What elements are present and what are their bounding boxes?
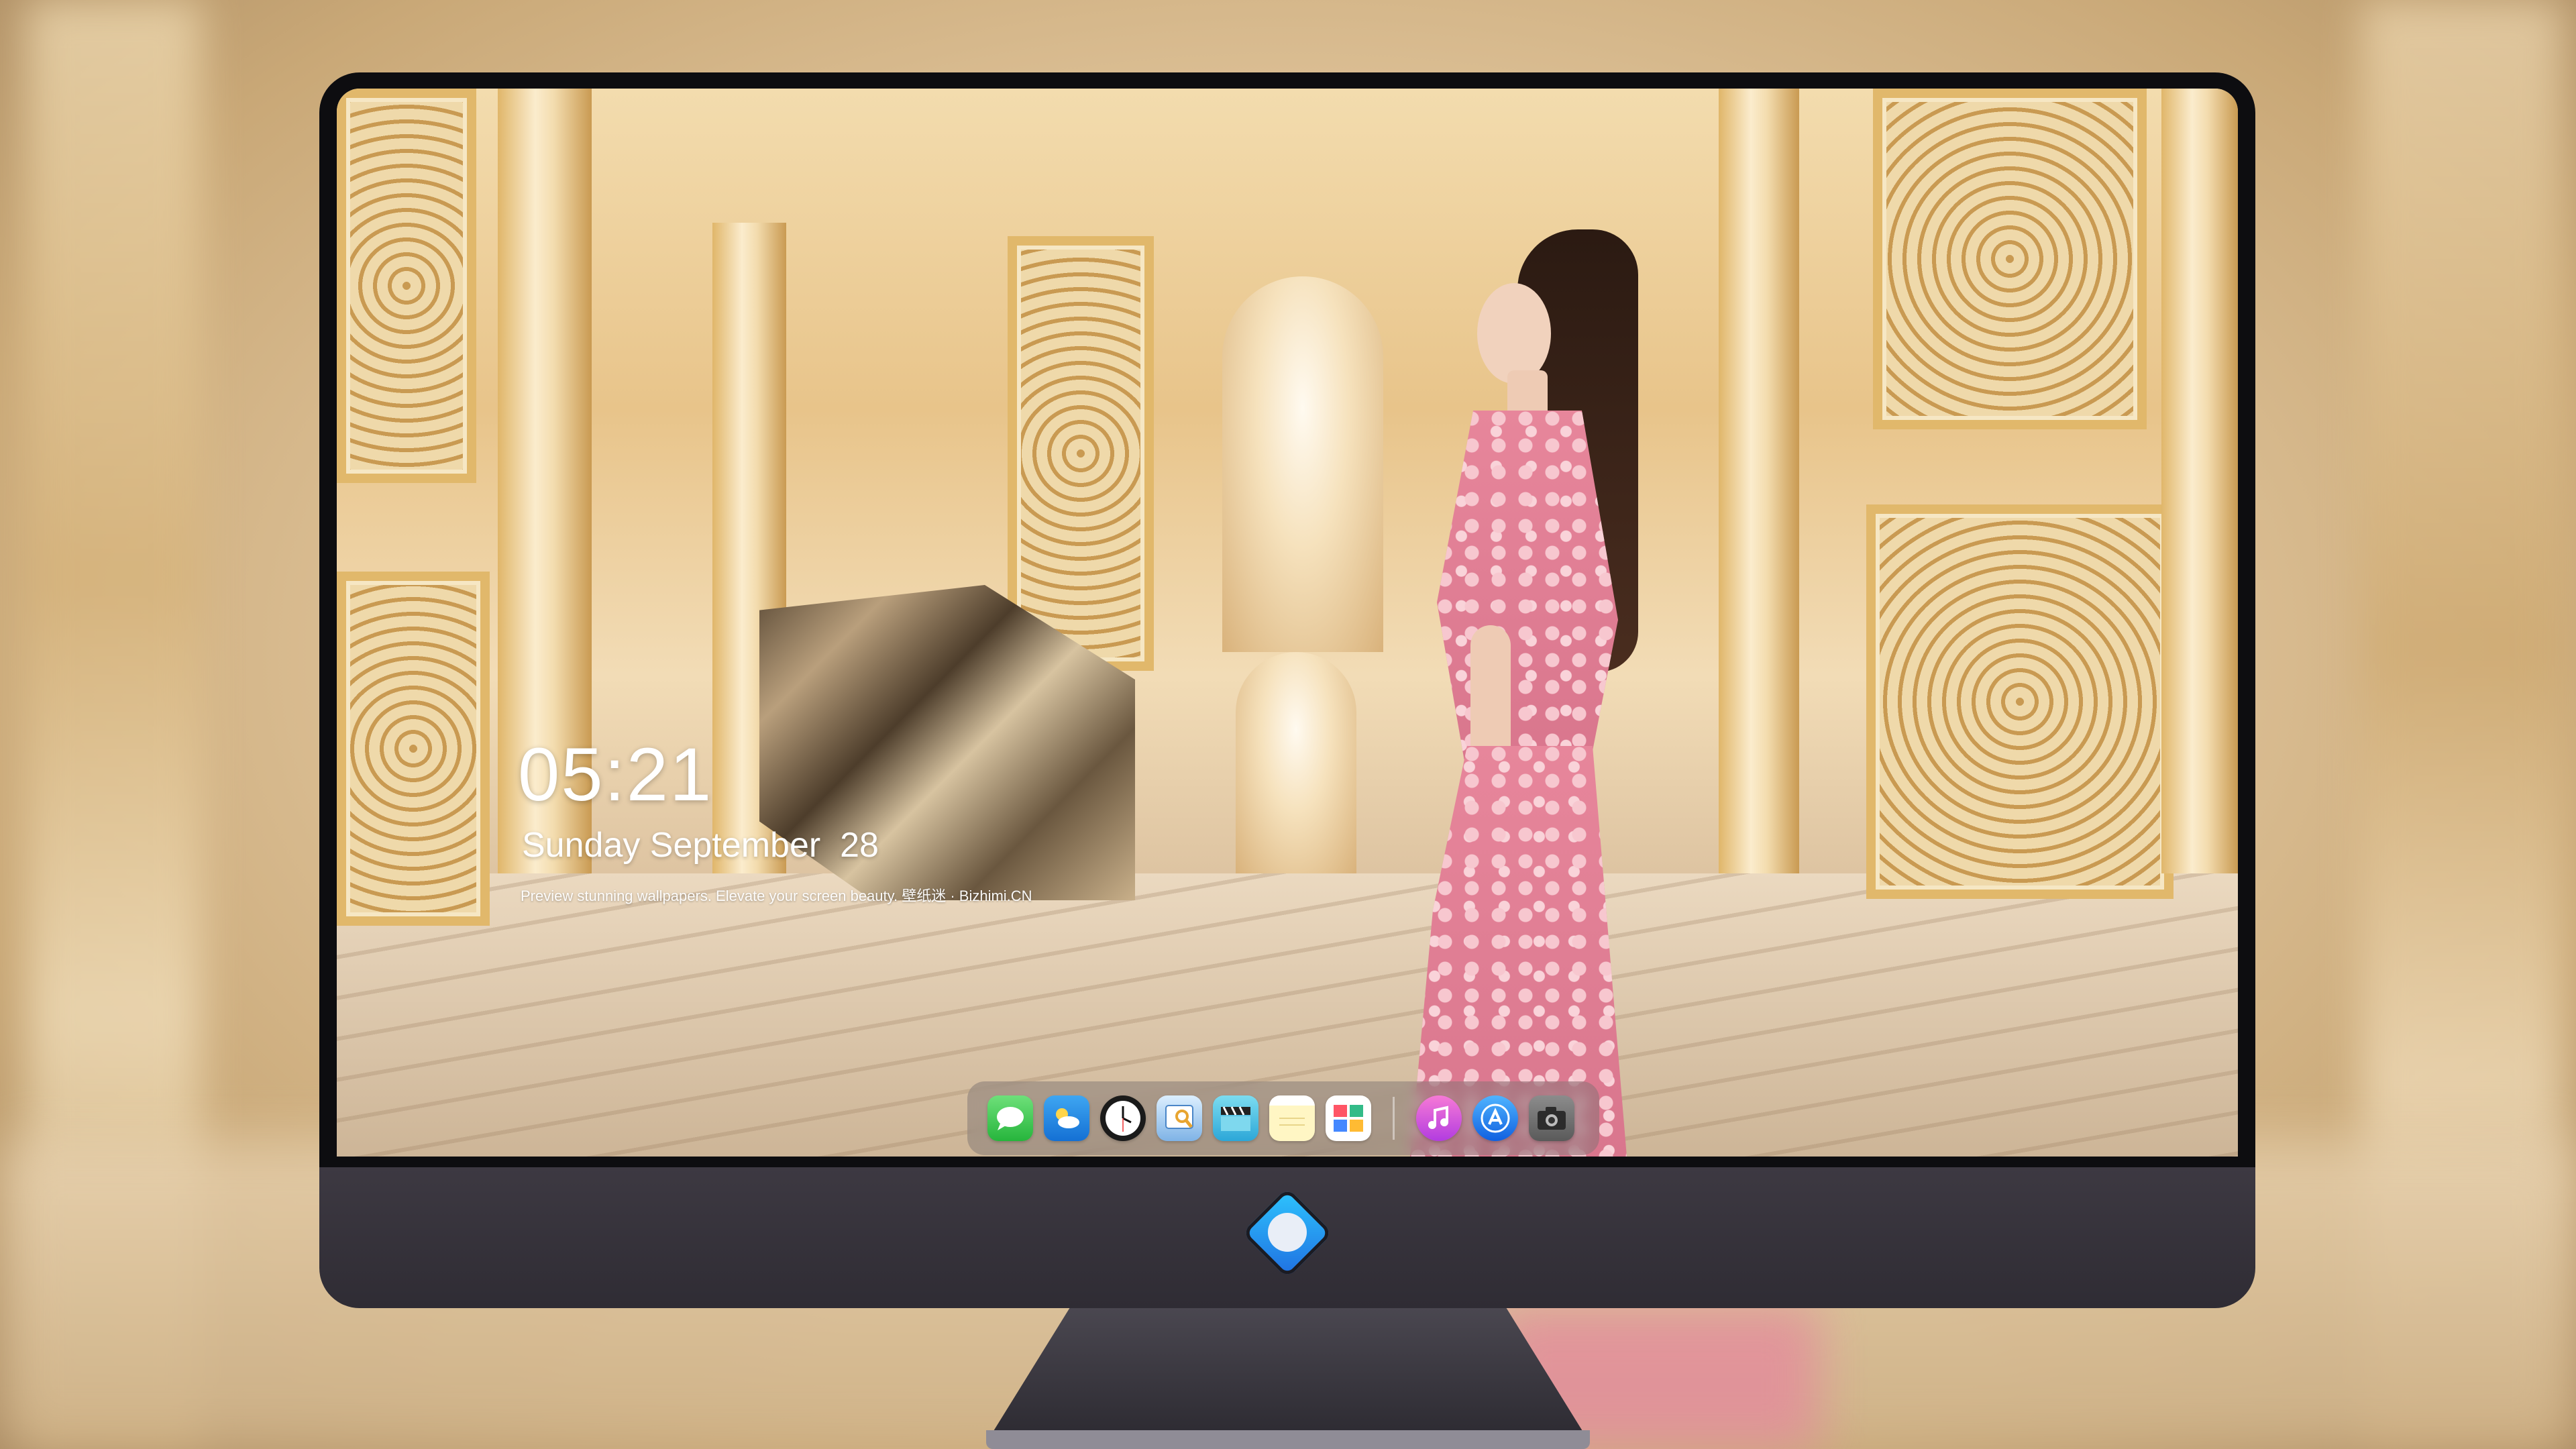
wallpaper-panel-left-top: [337, 89, 476, 483]
wallpaper-woman-face: [1477, 283, 1551, 384]
clock-time: 05:21: [518, 733, 713, 816]
brand-logo-mascot-icon: [1268, 1213, 1307, 1252]
wallpaper-panel-right-top: [1873, 89, 2147, 429]
wallpaper-tagline: Preview stunning wallpapers. Elevate you…: [521, 888, 1032, 904]
wallpaper-panel-left-bottom: [337, 572, 490, 926]
lock-screen[interactable]: 05:21 Sunday September 28 Preview stunni…: [337, 89, 2238, 1157]
wallpaper-arch: [1222, 276, 1383, 652]
clock-icon[interactable]: [1100, 1095, 1146, 1141]
clock-date: Sunday September 28: [522, 826, 879, 865]
wallpaper-woman-dress-top: [1437, 411, 1618, 759]
notes-icon[interactable]: [1269, 1095, 1315, 1141]
weather-icon[interactable]: [1044, 1095, 1089, 1141]
dock: [967, 1081, 1599, 1155]
monitor-stand: [993, 1308, 1583, 1449]
wallpaper-pillar: [1719, 89, 1799, 873]
wallpaper-panel-center: [1008, 236, 1154, 671]
messages-icon[interactable]: [987, 1095, 1033, 1141]
photos-icon[interactable]: [1326, 1095, 1371, 1141]
clips-icon[interactable]: [1213, 1095, 1258, 1141]
monitor: 05:21 Sunday September 28 Preview stunni…: [319, 72, 2255, 1308]
wallpaper-panel-right-bottom: [1866, 504, 2174, 899]
wallpaper-arch-lower: [1236, 652, 1356, 873]
monitor-stand-base: [986, 1430, 1590, 1449]
wallpaper-pillar: [2161, 89, 2238, 873]
camera-icon[interactable]: [1529, 1095, 1574, 1141]
preview-icon[interactable]: [1157, 1095, 1202, 1141]
music-icon[interactable]: [1416, 1095, 1462, 1141]
app-store-icon[interactable]: [1472, 1095, 1518, 1141]
dock-separator: [1393, 1097, 1395, 1140]
